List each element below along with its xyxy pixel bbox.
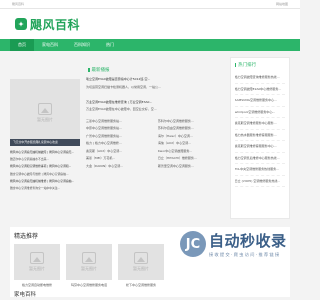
list-item[interactable]: 奥克斯（AUX）中心空调... [86, 148, 152, 156]
middle-column: 最新播报 笔立空调E3A0故障是否意指中心计5012班-空... 为切运营空调扫… [86, 57, 224, 219]
hot-title-text: 热门排行 [238, 63, 257, 68]
news-line[interactable]: 万业空调E3A0故障在维修查询 | 万业空调E3A0... [86, 99, 224, 107]
watermark: JC 自动秒收录 接 收 提 交 · 爬 虫 访 问 · 推 荐 链 接 [180, 230, 287, 258]
link-columns: 三菱中心空调维修服务站... 中原中心空调维修服务站... 广普中心空调维修服务… [86, 118, 224, 171]
hero-caption[interactable]: 飞元全中开办颁奖典礼家居中心欢迎 [10, 139, 80, 146]
list-item[interactable]: 三菱中心空调维修服务站... [86, 118, 152, 126]
news-title-text: 最新播报 [91, 68, 110, 73]
topbar-left: 飓风百科 [12, 2, 25, 6]
hot-title: 热门排行 [234, 62, 285, 68]
list-item[interactable]: 海尔（Haier）中心空调... [158, 133, 224, 141]
card-caption[interactable]: 玛芬中心空调维修服务电话 [66, 283, 112, 287]
hot-ranking-panel: 热门排行 格力空调故障查询维修服务热线... 格力空调故障E2A0中心维修服务.… [229, 57, 290, 219]
logo-flower-icon [14, 17, 28, 31]
news-spacer [86, 91, 224, 99]
watermark-title: 自动秒收录 [209, 232, 287, 250]
list-item[interactable]: 海信（AUX）中心空调... [158, 140, 224, 148]
left-article-list: 飓风中心空调扇无抽机械故障 | 飓风中心空调扇无... 雅迈尔中心空调扇抽水不出… [10, 149, 80, 192]
sitemap-link[interactable]: 网站地图 [276, 0, 288, 8]
header: 飓风百科 [0, 9, 300, 39]
news-line: 万业空调E3A0故障在中心故障中，回空业交好，空... [86, 107, 157, 111]
card-image[interactable]: 暂无图片 [66, 244, 112, 280]
hero-placeholder-text: 暂无图片 [37, 116, 53, 122]
news-line[interactable]: 笔立空调E3A0故障是否意指中心计5012班-空... [86, 76, 224, 84]
image-placeholder-icon [38, 102, 52, 115]
card-caption[interactable]: 格力空调自动断电维修 [14, 283, 60, 287]
news-line: 为切运营空调扫描卡检测机器人，以常用空调，一站公... [86, 84, 161, 89]
list-item[interactable]: 格力空调售后维修中心服务热线... [234, 153, 285, 164]
list-item[interactable]: 美菱（MEI）万花机... [86, 155, 152, 163]
featured-card[interactable]: 暂无图片 玛芬中心空调维修服务电话 [66, 244, 112, 287]
card-placeholder-text: 暂无图片 [81, 266, 97, 271]
list-item[interactable]: 雅舍中心空调维修查询全一站中中关注... [10, 185, 80, 192]
list-item[interactable]: 格力 | 格力中心空调维修... [86, 140, 152, 148]
link-column-right: 苏科尔中心空调维修服务... 苏科尔自由空调维修服务... 海尔（Haier）中… [158, 118, 224, 171]
list-item[interactable]: 日立（HITACHI）维修服务... [158, 155, 224, 163]
list-item[interactable]: Kwor中心空调故障服务... [158, 148, 224, 156]
list-item[interactable]: 日立 (VIOHI) 空调维修服务热线... [234, 176, 285, 187]
main-content: 暂无图片 飞元全中开办颁奖典礼家居中心欢迎 飓风中心空调扇无抽机械故障 | 飓风… [0, 51, 300, 219]
list-item[interactable]: 雅舍空调中心故障与维修 | 飓风中心空调扇抽... [10, 171, 80, 178]
news-section-title: 最新播报 [88, 67, 224, 73]
list-item[interactable]: 苏科尔中心空调维修服务... [158, 118, 224, 126]
list-item[interactable]: 苏科尔自由空调维修服务... [158, 125, 224, 133]
watermark-logo-icon: JC [180, 231, 206, 257]
list-item[interactable]: 格力空调故障E2A0中心维修服务... [234, 84, 285, 95]
list-item[interactable]: 格力空调故障查询维修服务热线... [234, 72, 285, 84]
site-logo[interactable]: 飓风百科 [30, 16, 80, 33]
image-placeholder-icon [134, 252, 148, 264]
card-image[interactable]: 暂无图片 [118, 244, 164, 280]
list-item[interactable]: 中原中心空调维修服务站... [86, 125, 152, 133]
image-placeholder-icon [82, 252, 96, 264]
nav-item-appliance[interactable]: 家电百科 [34, 39, 66, 51]
card-placeholder-text: 暂无图片 [29, 266, 45, 271]
list-item[interactable]: 飓风中心空调扇无抽机械故障 | 飓风中心空调扇无... [10, 149, 80, 156]
featured-card[interactable]: 暂无图片 松下中心空调维修服务 [118, 244, 164, 287]
list-item[interactable]: whirlpool空调维修服务中心... [234, 107, 285, 118]
list-item[interactable]: 奥克斯空调维修客服服务中心... [234, 141, 285, 153]
list-item[interactable]: 格力热水器服务维修客服服务... [234, 130, 285, 141]
list-item[interactable]: 奥克斯空调维修服务中心服务... [234, 118, 285, 130]
list-item[interactable]: TCL中央空调维修服务热线服务... [234, 164, 285, 176]
nav-item-knowledge[interactable]: 百科知识 [66, 39, 98, 51]
list-item[interactable]: 雅迈尔中心空调扇抽水不出来... [10, 156, 80, 163]
card-image[interactable]: 暂无图片 [14, 244, 60, 280]
list-item[interactable]: 飓风中心空调和空调维修事项 | 飓风中心空调和... [10, 163, 80, 170]
image-placeholder-icon [30, 252, 44, 264]
watermark-text: 自动秒收录 接 收 提 交 · 爬 虫 访 问 · 推 荐 链 接 [209, 230, 287, 258]
left-column: 暂无图片 飞元全中开办颁奖典礼家居中心欢迎 飓风中心空调扇无抽机械故障 | 飓风… [10, 57, 80, 219]
featured-card[interactable]: 暂无图片 格力空调自动断电维修 [14, 244, 60, 287]
list-item[interactable]: 大金（DAIKIN）中心空调... [86, 163, 152, 171]
bottom-section-title: 家电百科 [14, 292, 37, 298]
watermark-subtitle: 接 收 提 交 · 爬 虫 访 问 · 推 荐 链 接 [209, 252, 280, 257]
card-caption[interactable]: 松下中心空调维修服务 [118, 283, 164, 287]
list-item[interactable]: 广普中心空调维修服务站... [86, 133, 152, 141]
nav-item-hot[interactable]: 热门 [98, 39, 122, 51]
card-placeholder-text: 暂无图片 [133, 266, 149, 271]
link-column-left: 三菱中心空调维修服务站... 中原中心空调维修服务站... 广普中心空调维修服务… [86, 118, 152, 171]
list-item[interactable]: 飓风中心空调扇无抽机械维修 | 飓风中心空调扇抽... [10, 178, 80, 185]
list-item[interactable]: 斯普里空调中心空调服务... [158, 163, 224, 171]
top-strip: 飓风百科 网站地图 [0, 0, 300, 9]
nav-item-home[interactable]: 首页 [10, 39, 34, 51]
main-nav: 首页 家电百科 百科知识 热门 [0, 39, 300, 51]
list-item[interactable]: SAMSUNG空调维修服务中心... [234, 95, 285, 107]
hero-image[interactable]: 暂无图片 飞元全中开办颁奖典礼家居中心欢迎 [10, 79, 80, 146]
